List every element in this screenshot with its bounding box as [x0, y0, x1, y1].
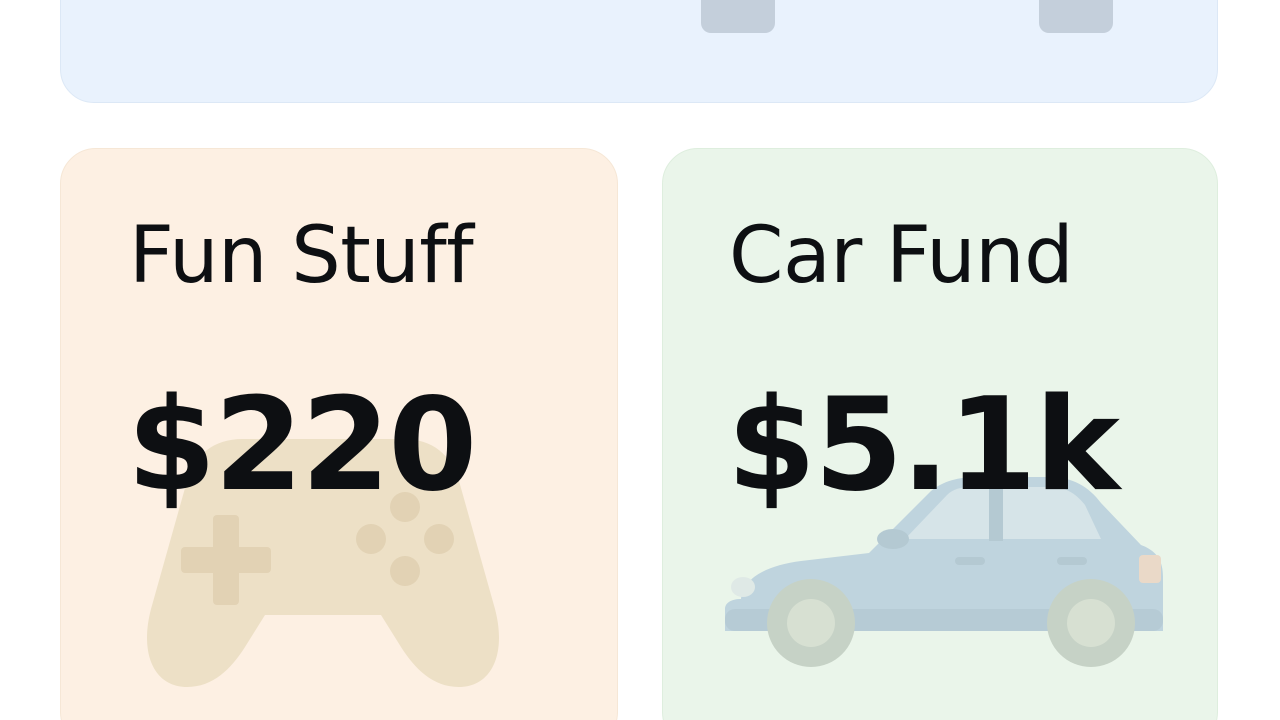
fun-stuff-card[interactable]: Fun Stuff $220: [60, 148, 618, 720]
top-budget-card[interactable]: [60, 0, 1218, 103]
top-card-tab-left: [701, 0, 775, 33]
budget-page: Fun Stuff $220 Car Fund $5.1k: [0, 0, 1280, 720]
card-amount: $5.1k: [727, 371, 1120, 520]
top-card-tab-right: [1039, 0, 1113, 33]
card-title: Car Fund: [729, 211, 1074, 301]
car-fund-card[interactable]: Car Fund $5.1k: [662, 148, 1218, 720]
card-title: Fun Stuff: [129, 211, 474, 301]
card-amount: $220: [127, 371, 477, 520]
